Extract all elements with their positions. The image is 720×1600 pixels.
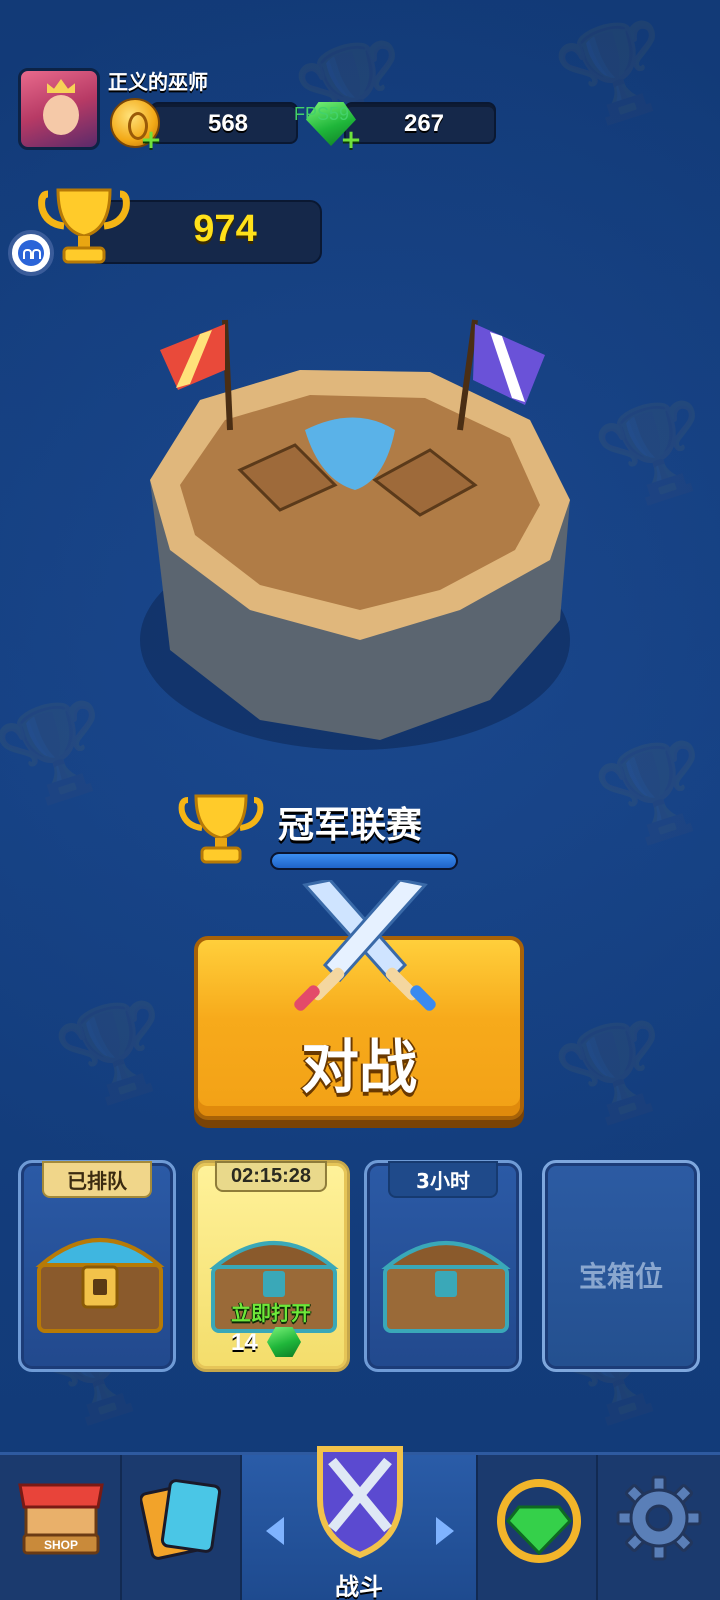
chest-slot-4[interactable]: 宝箱位 [542,1160,700,1372]
gem-amount: 267 [403,110,445,137]
crossed-swords-icon [294,880,436,1011]
nav-next-arrow-icon[interactable] [436,1517,454,1545]
nav-battle[interactable]: 战斗 [242,1446,478,1600]
arena-illustration[interactable] [130,310,580,770]
battle-shield-icon [317,1446,403,1559]
shop-sign-text: SHOP [44,1538,78,1552]
crown-icon [47,79,75,93]
nav-prev-arrow-icon[interactable] [266,1517,284,1545]
trophy-count: 974 [193,208,257,250]
nav-shop[interactable]: SHOP [0,1455,122,1600]
gem-laurel-icon [497,1479,581,1563]
nav-battle-label: 战斗 [335,1573,383,1600]
open-now-label[interactable]: 立即打开 [195,1297,347,1326]
bottom-nav: SHOP 战斗 [0,1446,720,1600]
league-name: 冠军联赛 [278,805,423,846]
player-name[interactable]: 正义的巫师 [108,66,208,95]
gold-amount: 568 [207,110,249,137]
nav-gems[interactable] [478,1455,598,1600]
chest-slot-status: 已排队 [42,1161,152,1198]
chest-icon [381,1241,511,1333]
chest-icon [35,1238,165,1333]
chest-timer: 02:15:28 [214,1161,328,1192]
avatar-face [43,95,79,135]
empty-chest-slot-label: 宝箱位 [578,1260,663,1293]
chest-unlock-time: 3小时 [388,1161,498,1198]
chest-slot-1[interactable]: 已排队 [18,1160,176,1372]
add-gold-icon[interactable]: + [140,127,162,153]
chat-icon[interactable] [8,230,54,276]
add-gem-icon[interactable]: + [340,127,362,153]
chest-slot-3[interactable]: 3小时 [364,1160,522,1372]
league-progress-bar [270,852,458,870]
nav-settings[interactable] [598,1455,720,1600]
cards-icon [140,1479,222,1560]
chest-slot-2[interactable]: 02:15:28 立即打开 14 [192,1160,350,1372]
open-cost: 14 [231,1329,258,1356]
league-progress-fill [272,854,456,868]
player-avatar[interactable] [18,68,100,150]
nav-cards[interactable] [122,1455,242,1600]
fps-counter: FPS59 [294,104,350,124]
gear-icon [616,1475,702,1561]
league-trophy-icon [178,794,264,864]
battle-button-label: 对战 [300,1033,417,1101]
shop-icon: SHOP [18,1483,104,1555]
